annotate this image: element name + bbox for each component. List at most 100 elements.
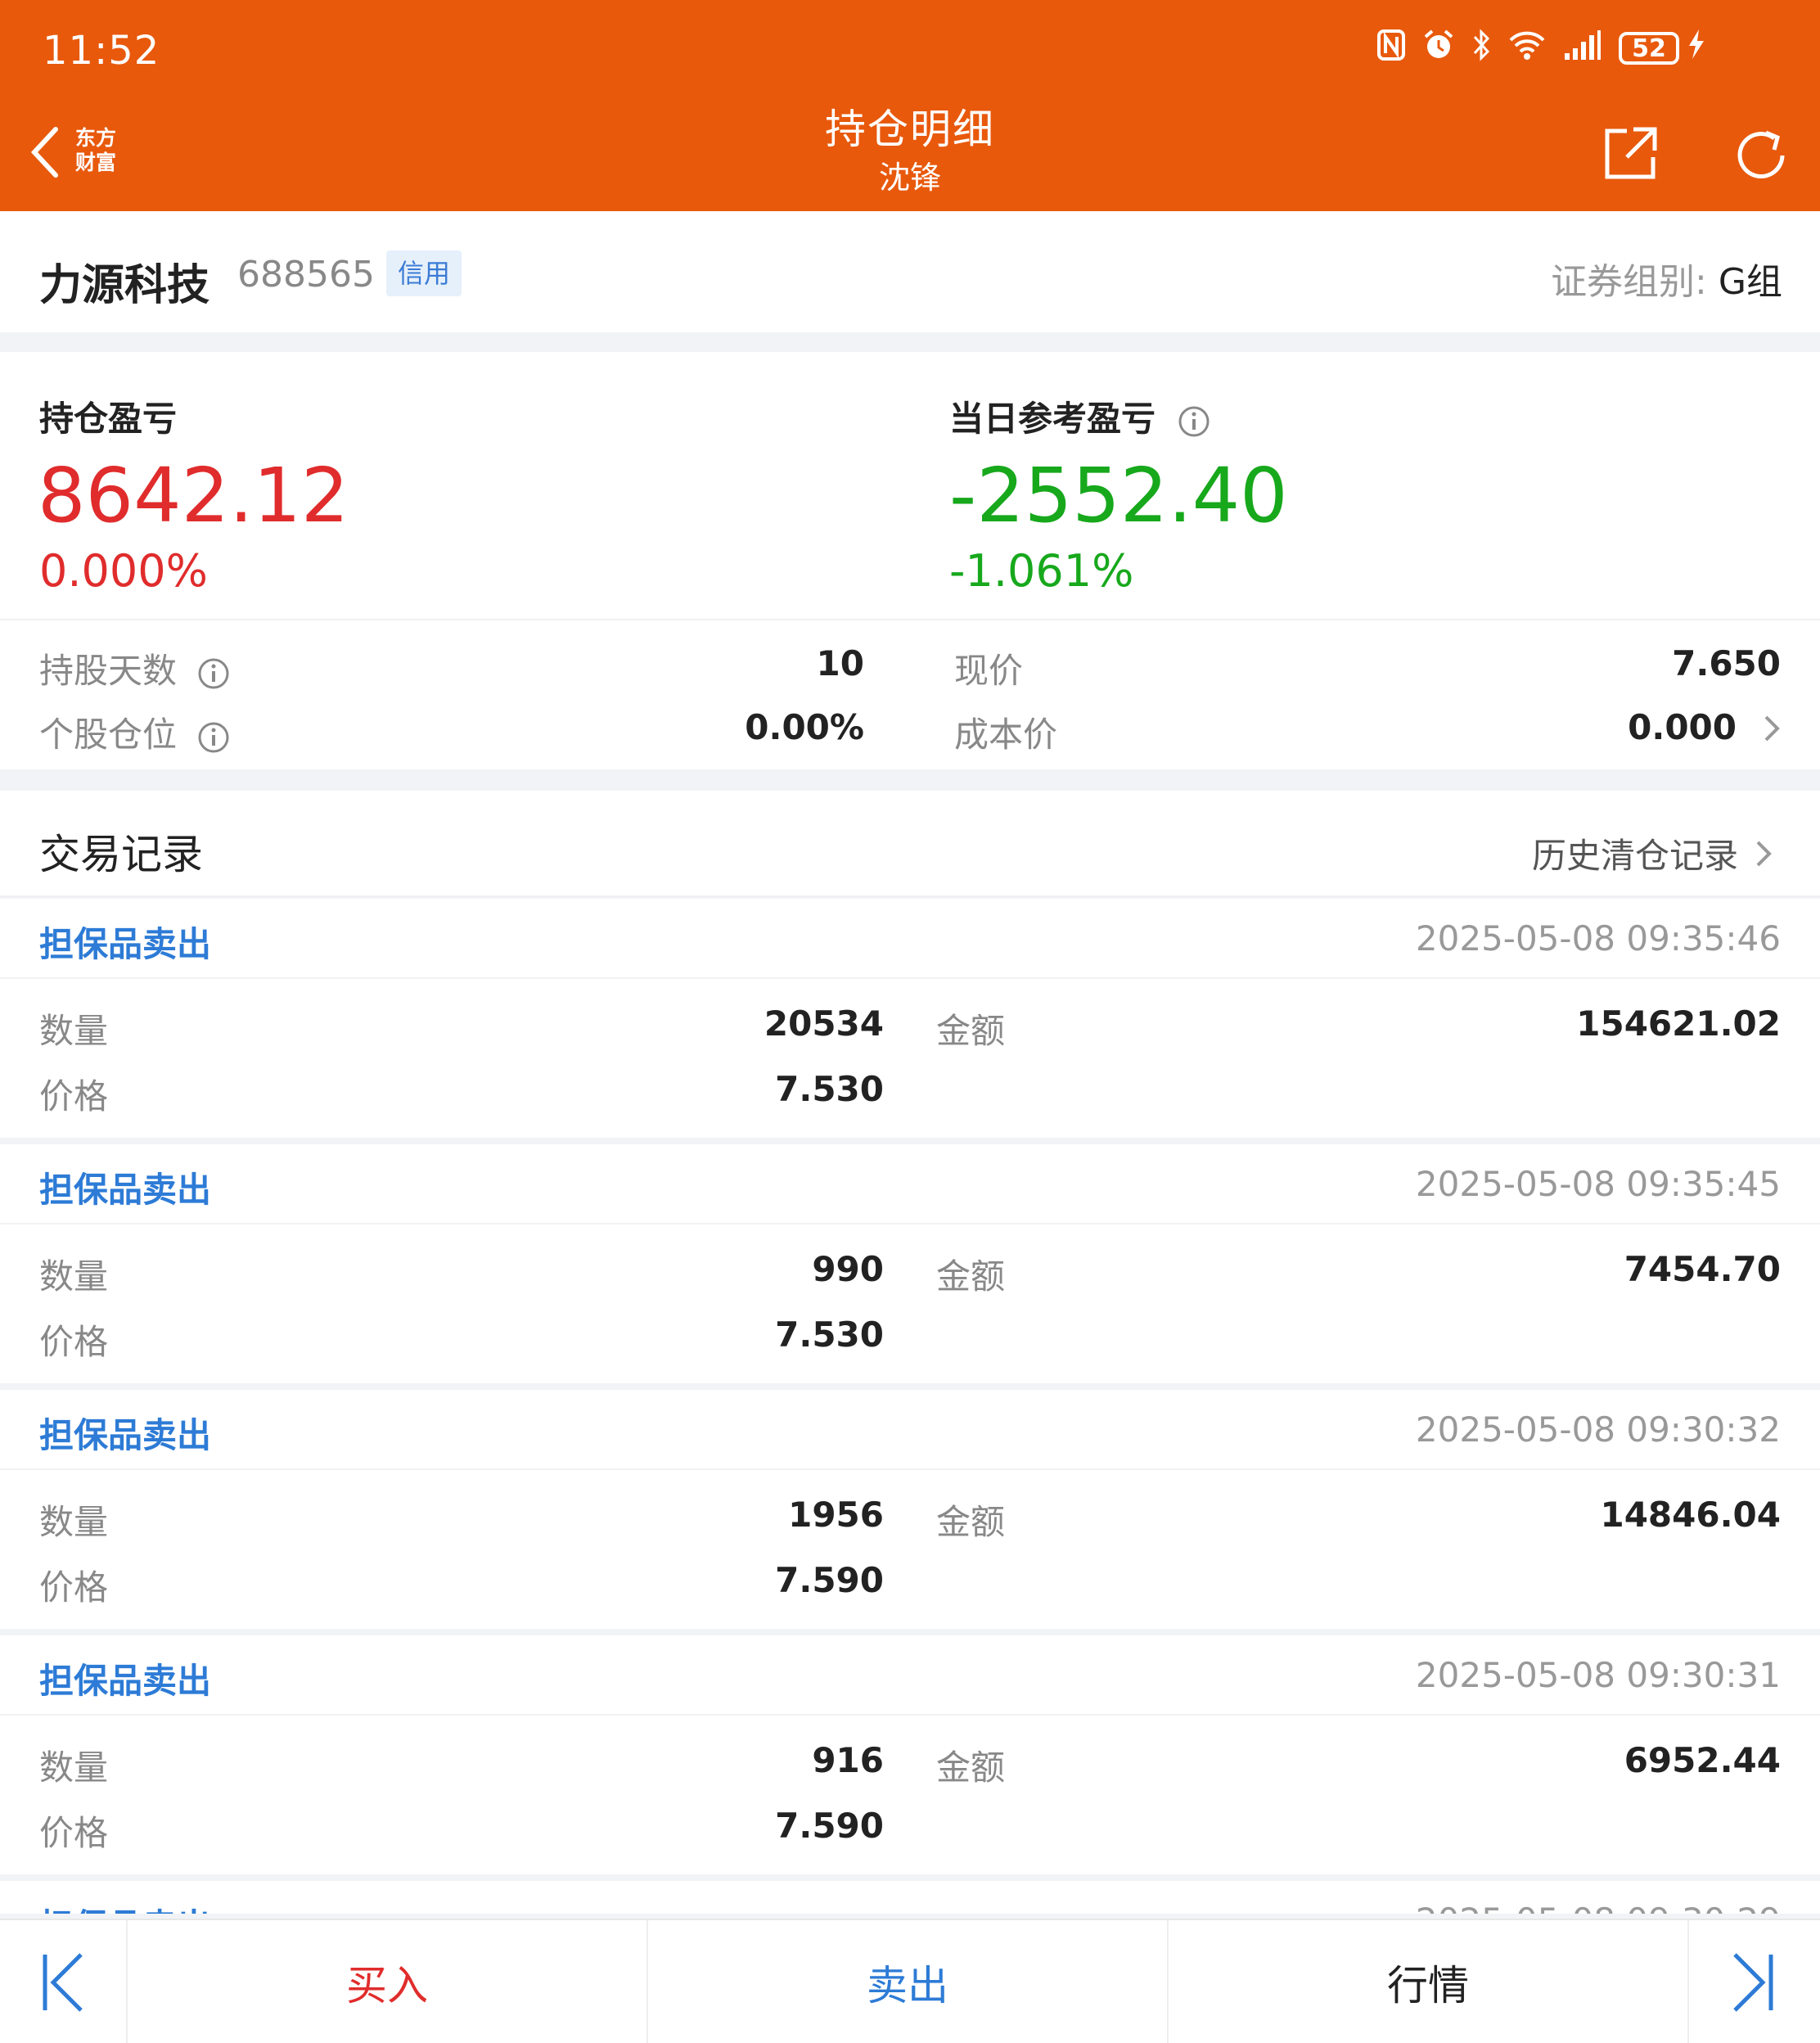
record-time: 2025-05-08 09:30:32: [1415, 1409, 1781, 1450]
previous-stock-button[interactable]: [0, 1920, 128, 2043]
trade-record[interactable]: 担保品卖出 2025-05-08 09:35:46 数量 20534 金额 15…: [0, 899, 1820, 1138]
info-icon[interactable]: [197, 721, 230, 754]
current-price-value: 7.650: [1672, 643, 1781, 683]
qty-value: 1956: [788, 1495, 884, 1535]
qty-value: 916: [812, 1740, 884, 1780]
amount-value: 14846.04: [1600, 1495, 1781, 1535]
amount-value: 7454.70: [1624, 1249, 1781, 1289]
share-icon: [1605, 127, 1657, 179]
price-label: 价格: [39, 1567, 109, 1608]
price-value: 7.530: [775, 1069, 884, 1109]
record-time: 2025-05-08 09:35:46: [1415, 918, 1781, 958]
quote-button[interactable]: 行情: [1169, 1920, 1689, 2043]
amount-label: 金额: [936, 1748, 1006, 1788]
divider: [0, 619, 1820, 620]
amount-value: 6952.44: [1624, 1740, 1781, 1780]
info-icon[interactable]: [1178, 405, 1210, 438]
stock-info-row: 力源科技 688565 信用 证券组别: G组: [0, 211, 1820, 332]
price-label: 价格: [39, 1076, 109, 1116]
divider: [0, 1223, 1820, 1224]
app-header: 11:52 52 东方 财富 持仓明细 沈锋: [0, 0, 1820, 211]
hold-days-label: 持股天数: [39, 651, 178, 691]
current-price-label: 现价: [954, 651, 1024, 691]
bluetooth-icon: [1471, 28, 1491, 69]
position-ratio-label-wrap: 个股仓位: [39, 707, 230, 757]
account-name: 沈锋: [878, 160, 941, 196]
sell-button[interactable]: 卖出: [648, 1920, 1169, 2043]
daily-pnl-value: -2552.40: [949, 452, 1288, 539]
wifi-icon: [1507, 29, 1547, 69]
record-type: 担保品卖出: [39, 1170, 212, 1210]
charging-icon: [1687, 28, 1705, 69]
bottom-toolbar: 买入 卖出 行情: [0, 1919, 1820, 2043]
hold-days-label-wrap: 持股天数: [39, 643, 230, 693]
page-title: 持仓明细: [825, 106, 995, 153]
refresh-button[interactable]: [1730, 124, 1792, 187]
record-type: 担保品卖出: [39, 1661, 212, 1701]
trade-records-header: 交易记录 历史清仓记录: [0, 791, 1820, 897]
share-button[interactable]: [1601, 124, 1660, 183]
price-label: 价格: [39, 1813, 109, 1853]
pnl-card: 持仓盈亏 8642.12 0.000% 当日参考盈亏 -2552.40 -1.0…: [0, 352, 1820, 769]
qty-label: 数量: [39, 1502, 109, 1542]
stock-name: 力源科技: [39, 261, 210, 310]
price-value: 7.590: [775, 1806, 884, 1846]
qty-value: 20534: [764, 1003, 884, 1044]
next-stock-button[interactable]: [1689, 1920, 1817, 2043]
divider: [0, 977, 1820, 979]
buy-button[interactable]: 买入: [128, 1920, 648, 2043]
price-value: 7.530: [775, 1315, 884, 1355]
cost-price-value[interactable]: 0.000: [1628, 707, 1737, 747]
record-time: 2025-05-08 09:30:31: [1415, 1655, 1781, 1695]
trade-records-title: 交易记录: [39, 831, 203, 878]
record-type: 担保品卖出: [39, 924, 212, 964]
battery-icon: 52: [1619, 32, 1679, 65]
signal-icon: [1563, 29, 1602, 69]
amount-label: 金额: [936, 1502, 1006, 1542]
chevron-right-icon: [1756, 841, 1772, 866]
position-pnl-value: 8642.12: [38, 452, 349, 539]
security-group: 证券组别: G组: [1551, 261, 1782, 303]
daily-pnl-title: 当日参考盈亏: [949, 399, 1156, 439]
qty-label: 数量: [39, 1256, 109, 1297]
daily-pnl-pct: -1.061%: [949, 545, 1134, 597]
hold-days-value: 10: [816, 643, 864, 683]
price-label: 价格: [39, 1322, 109, 1362]
nfc-icon: [1376, 29, 1406, 69]
history-clear-link[interactable]: 历史清仓记录: [1532, 828, 1774, 878]
amount-label: 金额: [936, 1256, 1006, 1297]
amount-label: 金额: [936, 1011, 1006, 1051]
trade-record[interactable]: 担保品卖出 2025-05-08 09:30:31 数量 916 金额 6952…: [0, 1635, 1820, 1874]
status-time: 11:52: [43, 28, 160, 74]
qty-value: 990: [812, 1249, 884, 1289]
price-value: 7.590: [775, 1560, 884, 1600]
alarm-icon: [1422, 29, 1455, 69]
first-page-icon: [43, 1953, 83, 2012]
divider: [0, 1714, 1820, 1716]
position-pnl-pct: 0.000%: [39, 545, 208, 597]
security-group-value: G组: [1718, 261, 1782, 303]
qty-label: 数量: [39, 1748, 109, 1788]
credit-tag: 信用: [386, 250, 462, 296]
position-ratio-value: 0.00%: [745, 707, 864, 747]
record-time: 2025-05-08 09:35:45: [1415, 1164, 1781, 1204]
trade-record[interactable]: 担保品卖出 2025-05-08 09:30:32 数量 1956 金额 148…: [0, 1390, 1820, 1629]
cost-price-label: 成本价: [954, 715, 1058, 755]
last-page-icon: [1733, 1953, 1773, 2012]
position-pnl-title: 持仓盈亏: [39, 399, 178, 439]
stock-code: 688565: [237, 254, 375, 295]
status-icons: 52: [1376, 28, 1705, 69]
record-type: 担保品卖出: [39, 1899, 211, 1914]
chevron-right-icon[interactable]: [1761, 712, 1782, 745]
trade-record-partial[interactable]: 担保品卖出 2025-05-08 09:30:29: [0, 1881, 1820, 1914]
qty-label: 数量: [39, 1011, 109, 1051]
info-icon[interactable]: [197, 657, 230, 690]
amount-value: 154621.02: [1576, 1003, 1781, 1044]
daily-pnl-title-wrap: 当日参考盈亏: [949, 391, 1210, 441]
position-ratio-label: 个股仓位: [39, 715, 178, 755]
refresh-icon: [1737, 130, 1785, 178]
divider: [0, 1468, 1820, 1470]
trade-record[interactable]: 担保品卖出 2025-05-08 09:35:45 数量 990 金额 7454…: [0, 1144, 1820, 1383]
record-type: 担保品卖出: [39, 1415, 212, 1455]
record-time: 2025-05-08 09:30:29: [1416, 1901, 1781, 1914]
